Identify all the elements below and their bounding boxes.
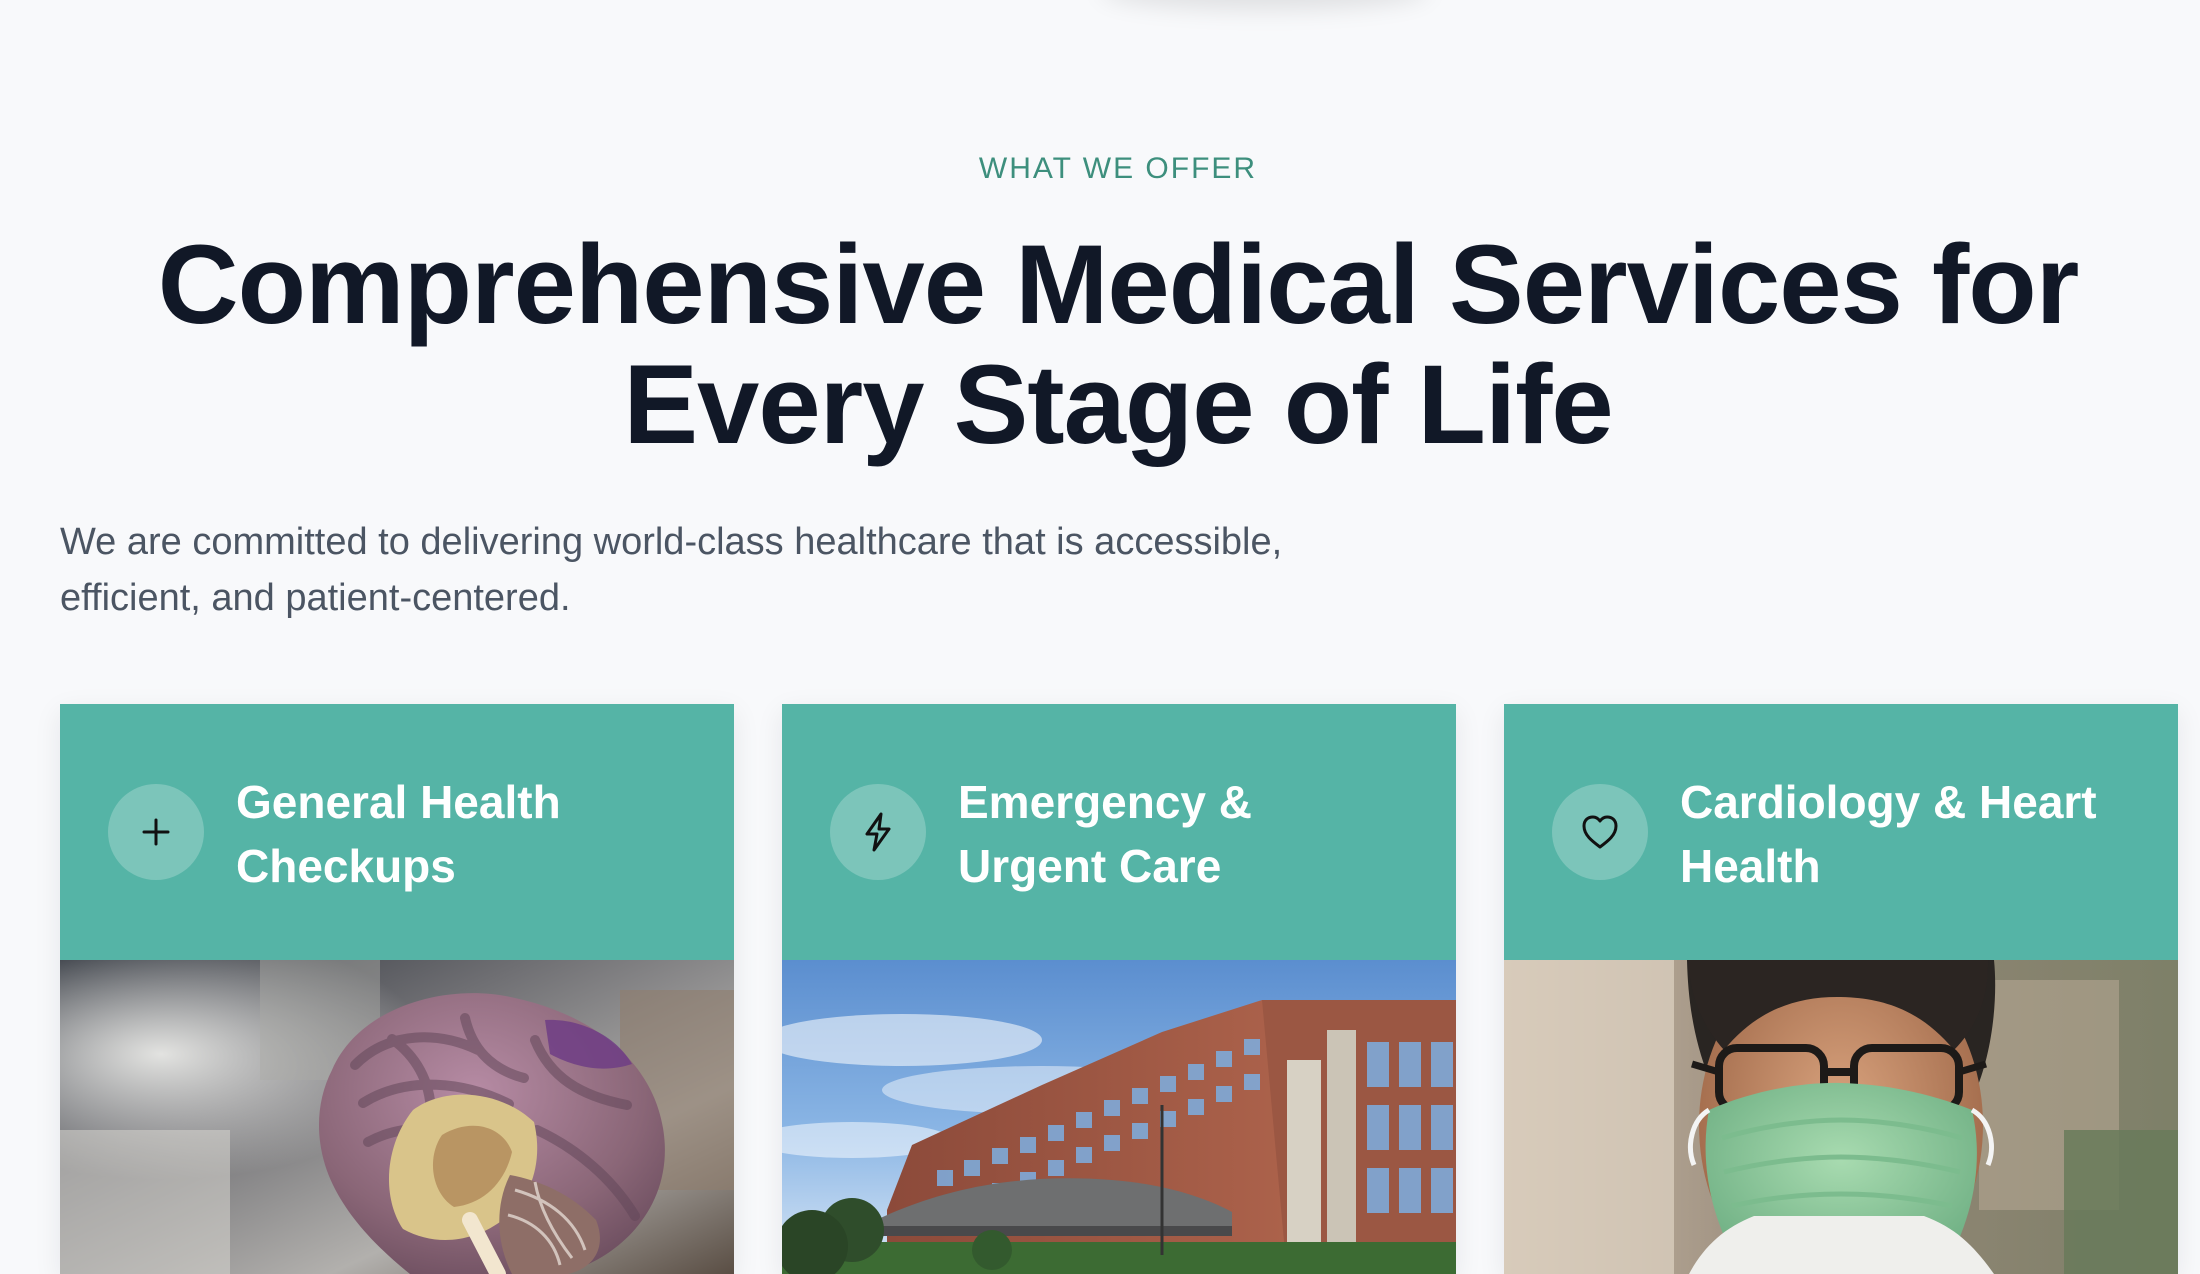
card-title: Cardiology & Heart Health <box>1680 770 2150 898</box>
headline-line-2: Every Stage of Life <box>623 342 1613 467</box>
heart-icon <box>1552 784 1648 880</box>
card-header: General Health Checkups <box>60 704 734 960</box>
plus-icon <box>108 784 204 880</box>
headline-line-1: Comprehensive Medical Services for <box>157 222 2080 347</box>
section-headline: Comprehensive Medical Services for Every… <box>0 225 2200 465</box>
card-title-line-1: General Health <box>236 776 561 828</box>
service-card-cardiology[interactable]: Cardiology & Heart Health <box>1504 704 2178 1274</box>
lead-line-2: efficient, and patient-centered. <box>60 577 571 619</box>
card-title-line-2: Health <box>1680 840 1821 892</box>
card-title-line-2: Urgent Care <box>958 840 1222 892</box>
card-header: Cardiology & Heart Health <box>1504 704 2178 960</box>
card-title-line-2: Checkups <box>236 840 456 892</box>
masked-doctor-image <box>1504 960 2178 1274</box>
card-title: General Health Checkups <box>236 770 706 898</box>
brain-model-image <box>60 960 734 1274</box>
section-lead: We are committed to delivering world-cla… <box>60 514 1400 626</box>
card-title: Emergency & Urgent Care <box>958 770 1428 898</box>
services-grid: General Health Checkups Emergency & Urge… <box>60 704 2178 1274</box>
service-card-general-health[interactable]: General Health Checkups <box>60 704 734 1274</box>
service-card-emergency[interactable]: Emergency & Urgent Care <box>782 704 1456 1274</box>
card-title-line-1: Cardiology & Heart <box>1680 776 2097 828</box>
lightning-bolt-icon <box>830 784 926 880</box>
card-title-line-1: Emergency & <box>958 776 1253 828</box>
hospital-building-image <box>782 960 1456 1274</box>
card-header: Emergency & Urgent Care <box>782 704 1456 960</box>
lead-line-1: We are committed to delivering world-cla… <box>60 521 1283 563</box>
section-eyebrow: WHAT WE OFFER <box>978 152 1258 185</box>
